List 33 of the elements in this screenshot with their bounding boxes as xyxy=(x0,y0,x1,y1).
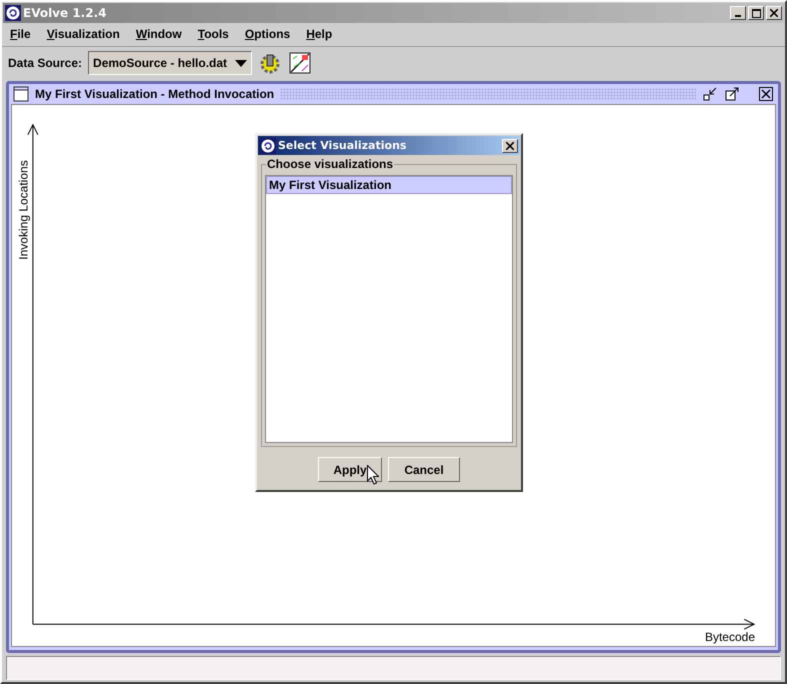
maximize-icon xyxy=(752,8,760,18)
menu-item[interactable]: Options xyxy=(244,27,290,43)
minimize-icon[interactable] xyxy=(702,86,718,102)
window-title: EVolve 1.2.4 xyxy=(23,6,108,20)
logo-icon xyxy=(260,138,276,154)
y-axis-label: Invoking Locations xyxy=(17,160,31,260)
menu-item[interactable]: Window xyxy=(136,27,182,43)
data-source-label: Data Source: xyxy=(8,56,82,70)
close-button[interactable] xyxy=(766,6,782,20)
close-icon xyxy=(770,9,778,17)
window-icon xyxy=(13,86,29,102)
minimize-button[interactable] xyxy=(730,6,746,20)
dialog-title: Select Visualizations xyxy=(278,139,408,152)
frame-title: My First Visualization - Method Invocation xyxy=(35,87,274,101)
cursor-icon xyxy=(367,465,379,485)
close-icon xyxy=(506,142,514,150)
maximize-icon[interactable] xyxy=(724,86,740,102)
caret-icon xyxy=(235,60,248,66)
dialog-button[interactable]: Cancel xyxy=(388,457,460,482)
menu-item[interactable]: Help xyxy=(306,27,332,43)
close-button[interactable] xyxy=(502,138,518,152)
menu-item[interactable]: Visualization xyxy=(46,27,120,43)
list-item[interactable]: My First Visualization xyxy=(266,176,512,194)
maximize-button[interactable] xyxy=(748,6,764,20)
group-label: Choose visualizations xyxy=(266,157,394,171)
chart-icon[interactable] xyxy=(288,51,312,75)
dialog-button[interactable]: Apply xyxy=(318,457,382,482)
menu-item[interactable]: File xyxy=(10,27,31,43)
logo-icon xyxy=(5,5,21,21)
data-source-dropdown[interactable]: DemoSource - hello.dat xyxy=(88,51,252,75)
x-axis-label: Bytecode xyxy=(704,630,755,644)
menu-item[interactable]: Tools xyxy=(198,27,229,43)
close-icon[interactable] xyxy=(758,86,774,102)
